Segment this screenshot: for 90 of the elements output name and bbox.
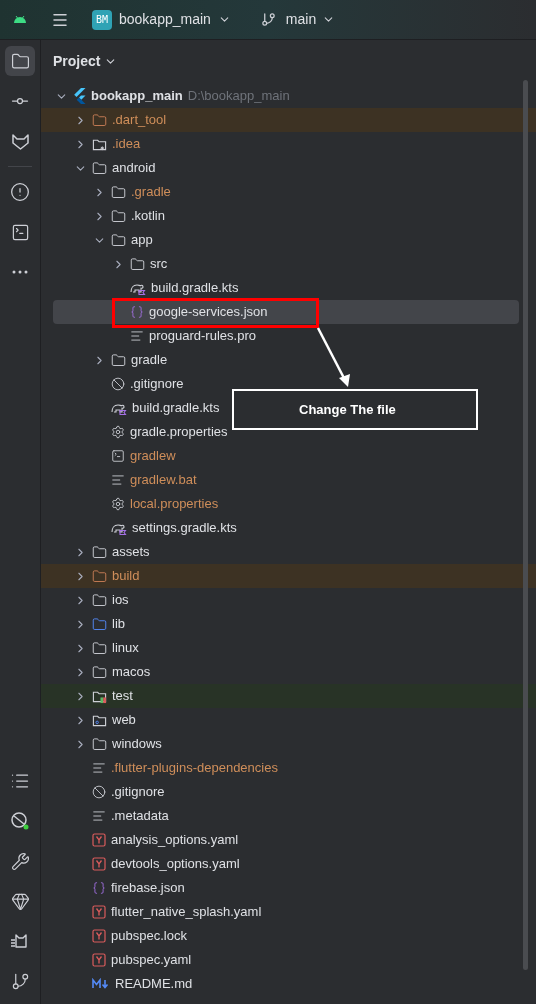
tree-item-label[interactable]: settings.gradle.kts xyxy=(132,518,237,538)
project-path: D:\bookapp_main xyxy=(187,87,290,106)
folder-icon xyxy=(92,736,107,752)
terminal-icon xyxy=(10,222,30,242)
tree-item-label[interactable]: .flutter-plugins-dependencies xyxy=(111,758,278,778)
git-branch-icon xyxy=(10,971,30,991)
project-name[interactable]: bookapp_main xyxy=(91,86,183,106)
tree-item-label[interactable]: devtools_options.yaml xyxy=(111,854,240,874)
tree-item-label[interactable]: README.md xyxy=(115,974,193,994)
tree-item-label[interactable]: .gitignore xyxy=(111,782,165,802)
gear-icon xyxy=(111,425,125,439)
tree-item-label[interactable]: flutter_native_splash.yaml xyxy=(111,902,262,922)
tree-item-label[interactable]: linux xyxy=(112,638,139,658)
tree-item-label[interactable]: src xyxy=(150,254,168,274)
slashed-circle-icon xyxy=(111,377,125,391)
gem-icon xyxy=(10,891,30,911)
folder-icon xyxy=(10,51,30,71)
braces-icon xyxy=(130,305,144,319)
tree-item-label[interactable]: ios xyxy=(112,590,129,610)
tree-item-label[interactable]: web xyxy=(112,710,136,730)
tree-item-label[interactable]: .idea xyxy=(112,134,141,154)
tree-item-label[interactable]: analysis_options.yaml xyxy=(111,830,239,850)
tree-item-label[interactable]: app xyxy=(131,230,153,250)
folder-icon xyxy=(111,232,126,248)
folder-icon xyxy=(111,208,126,224)
android-icon[interactable] xyxy=(13,15,27,24)
folder-icon xyxy=(92,616,107,632)
markdown-icon xyxy=(92,978,110,990)
tree-item-label[interactable]: macos xyxy=(112,662,151,682)
folder-icon xyxy=(111,352,126,368)
tree-item-label[interactable]: build.gradle.kts xyxy=(151,278,239,298)
tree-item-label[interactable]: windows xyxy=(112,734,162,754)
slashed-circle-icon xyxy=(92,785,106,799)
tree-item-label[interactable]: google-services.json xyxy=(149,302,268,322)
folder-icon xyxy=(111,184,126,200)
tree-item-label[interactable]: gradlew xyxy=(130,446,176,466)
scrollbar[interactable] xyxy=(523,80,528,970)
tree-item-label[interactable]: .gitignore xyxy=(130,374,184,394)
tree-item-label[interactable]: gradlew.bat xyxy=(130,470,197,490)
tree-item-label[interactable]: .kotlin xyxy=(131,206,165,226)
tree-item-label[interactable]: proguard-rules.pro xyxy=(149,326,256,346)
git-branch-icon xyxy=(260,12,276,27)
tree-item-label[interactable]: build.gradle.kts xyxy=(132,398,220,418)
tree-item-label[interactable]: gradle.properties xyxy=(130,422,228,442)
text-file-icon xyxy=(130,329,144,343)
wrench-icon xyxy=(10,851,30,871)
tree-item-label[interactable]: pubspec.lock xyxy=(111,926,187,946)
braces-icon xyxy=(92,881,106,895)
project-selector[interactable]: BM bookapp_main xyxy=(92,9,231,30)
device-status-icon xyxy=(10,811,30,831)
tree-item-label[interactable]: build xyxy=(112,566,140,586)
tree-item-label[interactable]: .dart_tool xyxy=(112,110,167,130)
text-file-icon xyxy=(111,473,125,487)
tree-item-label[interactable]: assets xyxy=(112,542,150,562)
tree-item-label[interactable]: local.properties xyxy=(130,494,219,514)
project-tool-button[interactable] xyxy=(5,46,35,76)
folder-icon xyxy=(92,544,107,560)
folder-icon xyxy=(92,568,107,584)
yaml-file-icon xyxy=(92,929,106,943)
tree-item-label[interactable]: lib xyxy=(112,614,125,634)
tree-item-label[interactable]: .metadata xyxy=(111,806,169,826)
panel-title[interactable]: Project xyxy=(53,50,101,72)
branch-selector[interactable]: main xyxy=(260,9,336,30)
tree-item-label[interactable]: test xyxy=(112,686,133,706)
folder-icon xyxy=(130,256,145,272)
flutter-logo-icon xyxy=(73,88,86,104)
yaml-file-icon xyxy=(92,857,106,871)
cat-head-icon xyxy=(10,132,30,150)
warning-icon xyxy=(10,182,30,202)
yaml-file-icon xyxy=(92,833,106,847)
project-badge: BM xyxy=(92,9,112,30)
text-file-icon xyxy=(92,809,106,823)
annotation-callout: Change The file xyxy=(232,389,478,430)
tree-item-label[interactable]: .gradle xyxy=(131,182,171,202)
tree-item-label[interactable]: gradle xyxy=(131,350,168,370)
folder-icon xyxy=(92,640,107,656)
cat-icon xyxy=(10,933,30,949)
tree-item-label[interactable]: firebase.json xyxy=(111,878,185,898)
tree-item-label[interactable]: pubspec.yaml xyxy=(111,950,192,970)
folder-icon xyxy=(92,112,107,128)
terminal-icon xyxy=(111,449,125,463)
yaml-file-icon xyxy=(92,905,106,919)
folder-icon xyxy=(92,160,107,176)
more-icon xyxy=(12,270,28,274)
folder-icon xyxy=(92,664,107,680)
gear-icon xyxy=(111,497,125,511)
text-file-icon xyxy=(92,761,106,775)
folder-icon xyxy=(92,592,107,608)
yaml-file-icon xyxy=(92,953,106,967)
tree-item-label[interactable]: android xyxy=(112,158,156,178)
